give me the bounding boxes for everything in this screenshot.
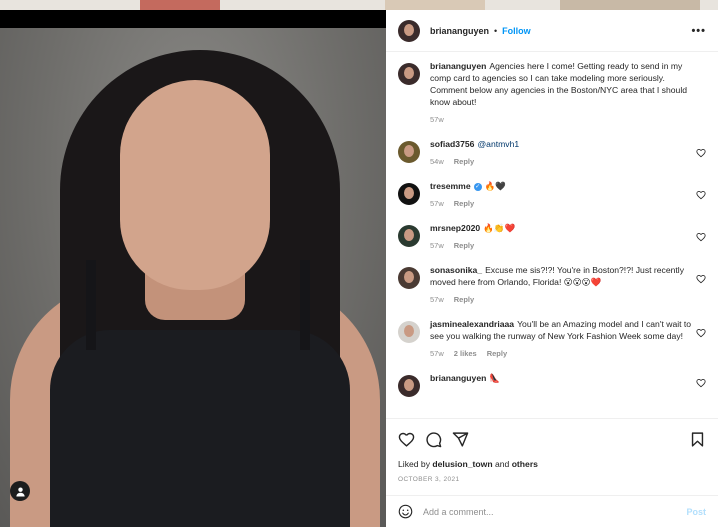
verified-badge-icon: ✓ xyxy=(473,182,482,191)
comment-item: sonasonika_ Excuse me sis?!?! You're in B… xyxy=(398,264,706,306)
comment-avatar[interactable] xyxy=(398,375,420,397)
caption-time[interactable]: 57w xyxy=(430,114,444,126)
reply-button[interactable]: Reply xyxy=(454,198,474,210)
user-tag-icon[interactable] xyxy=(10,481,30,501)
reply-button[interactable]: Reply xyxy=(454,156,474,168)
comment-item: tresemme ✓ 🔥🖤 57w Reply xyxy=(398,180,706,210)
reply-button[interactable]: Reply xyxy=(487,348,507,360)
comment-item: sofiad3756 @antmvh1 54w Reply xyxy=(398,138,706,168)
liked-by-others[interactable]: others xyxy=(512,459,538,469)
heart-icon[interactable] xyxy=(696,378,706,388)
comment-item: jasminealexandriaaa You'll be an Amazing … xyxy=(398,318,706,360)
follow-button[interactable]: Follow xyxy=(502,26,531,36)
heart-icon[interactable] xyxy=(696,328,706,338)
comment-mention[interactable]: @antmvh1 xyxy=(477,139,519,149)
comment-text: 👠 xyxy=(489,373,501,383)
add-comment-bar: Add a comment... Post xyxy=(386,495,718,527)
comment-avatar[interactable] xyxy=(398,225,420,247)
comment-avatar[interactable] xyxy=(398,183,420,205)
reply-button[interactable]: Reply xyxy=(454,240,474,252)
comment-time[interactable]: 57w xyxy=(430,294,444,306)
comment-username[interactable]: sonasonika_ xyxy=(430,265,482,275)
liked-by-conjunction: and xyxy=(494,459,510,469)
image-garment xyxy=(50,330,350,527)
comment-time[interactable]: 57w xyxy=(430,198,444,210)
heart-icon[interactable] xyxy=(398,431,415,448)
comment-input[interactable]: Add a comment... xyxy=(423,507,686,517)
author-avatar[interactable] xyxy=(398,19,420,42)
comment-item: mrsnep2020 🔥👏❤️ 57w Reply xyxy=(398,222,706,252)
comment-time[interactable]: 54w xyxy=(430,156,444,168)
bookmark-icon[interactable] xyxy=(689,431,706,448)
comment-text: 🔥👏❤️ xyxy=(483,223,516,233)
caption-item: briananguyen Agencies here I come! Gettin… xyxy=(398,60,706,126)
caption-avatar[interactable] xyxy=(398,63,420,85)
post-date[interactable]: OCTOBER 3, 2021 xyxy=(398,476,706,483)
likes-count[interactable]: 2 likes xyxy=(454,348,477,360)
post-header: briananguyen • Follow ••• xyxy=(386,10,718,52)
reply-button[interactable]: Reply xyxy=(454,294,474,306)
comment-avatar[interactable] xyxy=(398,321,420,343)
post-image[interactable] xyxy=(0,10,386,527)
header-separator: • xyxy=(494,25,498,36)
post-comment-button[interactable]: Post xyxy=(686,507,706,517)
author-username[interactable]: briananguyen xyxy=(430,26,489,36)
comment-list[interactable]: briananguyen Agencies here I come! Gettin… xyxy=(386,52,718,418)
comment-time[interactable]: 57w xyxy=(430,240,444,252)
caption-username[interactable]: briananguyen xyxy=(430,61,486,71)
comment-username[interactable]: briananguyen xyxy=(430,373,486,383)
comment-avatar[interactable] xyxy=(398,267,420,289)
image-top-bar xyxy=(0,10,386,28)
more-options-icon[interactable]: ••• xyxy=(691,25,706,37)
image-face xyxy=(120,80,270,290)
post-side-panel: briananguyen • Follow ••• briananguyen Ag… xyxy=(386,10,718,527)
post-actions: Liked by delusion_town and others OCTOBE… xyxy=(386,418,718,483)
comment-username[interactable]: tresemme xyxy=(430,181,471,191)
comment-username[interactable]: mrsnep2020 xyxy=(430,223,480,233)
heart-icon[interactable] xyxy=(696,232,706,242)
comment-item: briananguyen 👠 xyxy=(398,372,706,397)
image-strap-right xyxy=(300,260,310,350)
comment-avatar[interactable] xyxy=(398,141,420,163)
likes-summary: Liked by delusion_town and others xyxy=(398,459,706,469)
heart-icon[interactable] xyxy=(696,274,706,284)
comment-username[interactable]: jasminealexandriaaa xyxy=(430,319,514,329)
comment-icon[interactable] xyxy=(425,431,442,448)
heart-icon[interactable] xyxy=(696,148,706,158)
comment-time[interactable]: 57w xyxy=(430,348,444,360)
liked-by-user[interactable]: delusion_town xyxy=(432,459,492,469)
comment-username[interactable]: sofiad3756 xyxy=(430,139,474,149)
comment-text: 🔥🖤 xyxy=(484,181,507,191)
image-strap-left xyxy=(86,260,96,350)
liked-by-prefix: Liked by xyxy=(398,459,431,469)
emoji-icon[interactable] xyxy=(398,504,413,519)
background-feed-strip xyxy=(0,0,718,10)
heart-icon[interactable] xyxy=(696,190,706,200)
share-icon[interactable] xyxy=(452,431,469,448)
